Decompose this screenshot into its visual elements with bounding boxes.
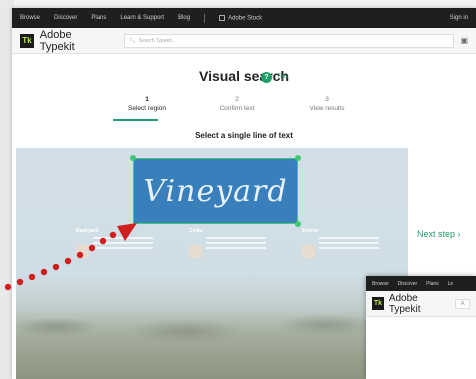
- nav-plans[interactable]: Plans: [426, 281, 439, 287]
- brand-bar: Tk Adobe Typekit A: [366, 291, 476, 317]
- top-nav: Browse Discover Plans Le: [366, 276, 476, 291]
- nav-discover[interactable]: Discover: [398, 281, 417, 287]
- typekit-logo[interactable]: Tk: [372, 297, 384, 310]
- secondary-browser-window: Browse Discover Plans Le Tk Adobe Typeki…: [366, 276, 476, 379]
- nav-browse[interactable]: Browse: [372, 281, 389, 287]
- brand-name[interactable]: Adobe Typekit: [389, 293, 446, 315]
- search-input[interactable]: A: [455, 298, 470, 309]
- nav-learn-truncated[interactable]: Le: [448, 281, 454, 287]
